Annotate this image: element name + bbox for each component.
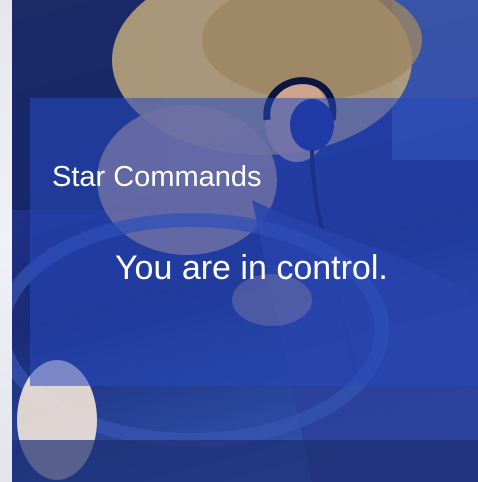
text-overlay-panel — [30, 98, 478, 386]
slide-tagline: You are in control. — [115, 249, 388, 287]
dashboard — [12, 440, 478, 482]
left-margin-strip — [0, 0, 12, 482]
slide-title: Star Commands — [52, 161, 262, 193]
